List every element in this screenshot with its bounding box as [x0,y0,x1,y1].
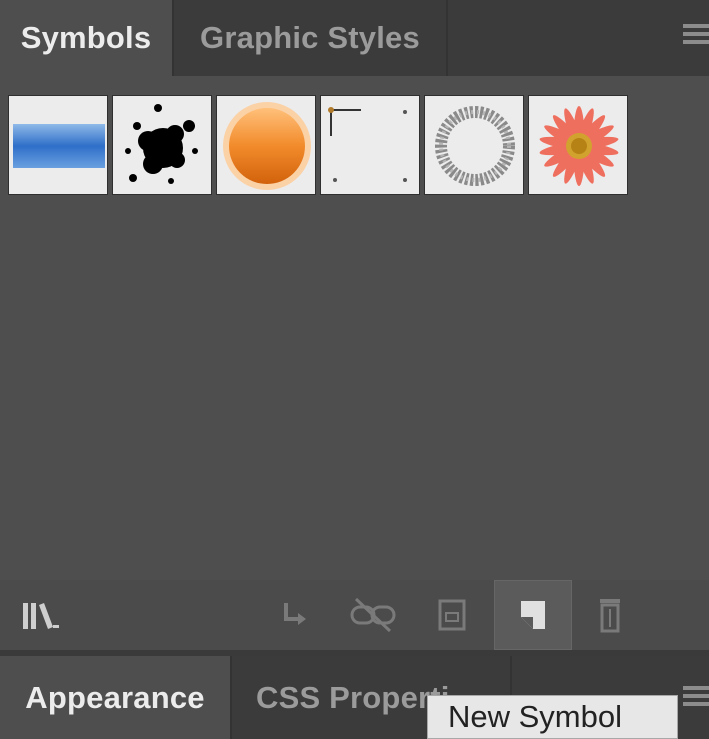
tab-graphic-styles[interactable]: Graphic Styles [174,0,446,76]
symbols-panel-tabbar: Symbols Graphic Styles [0,0,709,76]
delete-symbol-icon[interactable] [584,580,636,650]
symbol-swatch[interactable] [216,95,316,195]
symbols-panel-toolbar [0,580,709,650]
new-symbol-tooltip: New Symbol [427,695,678,739]
tab-appearance[interactable]: Appearance [0,656,230,739]
symbol-options-icon[interactable] [424,580,480,650]
orange-button-symbol-icon [223,102,311,190]
frame-symbol-icon [328,107,407,182]
break-link-icon[interactable] [342,580,404,650]
tab-divider [446,0,448,76]
new-symbol-icon [521,601,545,629]
symbol-swatch[interactable] [8,95,108,195]
panel-menu-icon[interactable] [683,24,709,50]
panel-menu-icon[interactable] [683,686,709,712]
symbol-swatch[interactable] [112,95,212,195]
symbol-swatch[interactable] [424,95,524,195]
new-symbol-button[interactable] [494,580,572,650]
symbol-libraries-menu-icon[interactable] [12,580,72,650]
wreath-symbol-icon [435,106,515,186]
symbol-swatch[interactable] [320,95,420,195]
tab-symbols[interactable]: Symbols [0,0,172,76]
blue-banner-symbol-icon [13,124,105,168]
ink-splatter-symbol-icon [125,104,198,184]
place-symbol-instance-icon[interactable] [262,580,322,650]
flower-symbol-icon [539,106,619,186]
symbol-swatch[interactable] [528,95,628,195]
